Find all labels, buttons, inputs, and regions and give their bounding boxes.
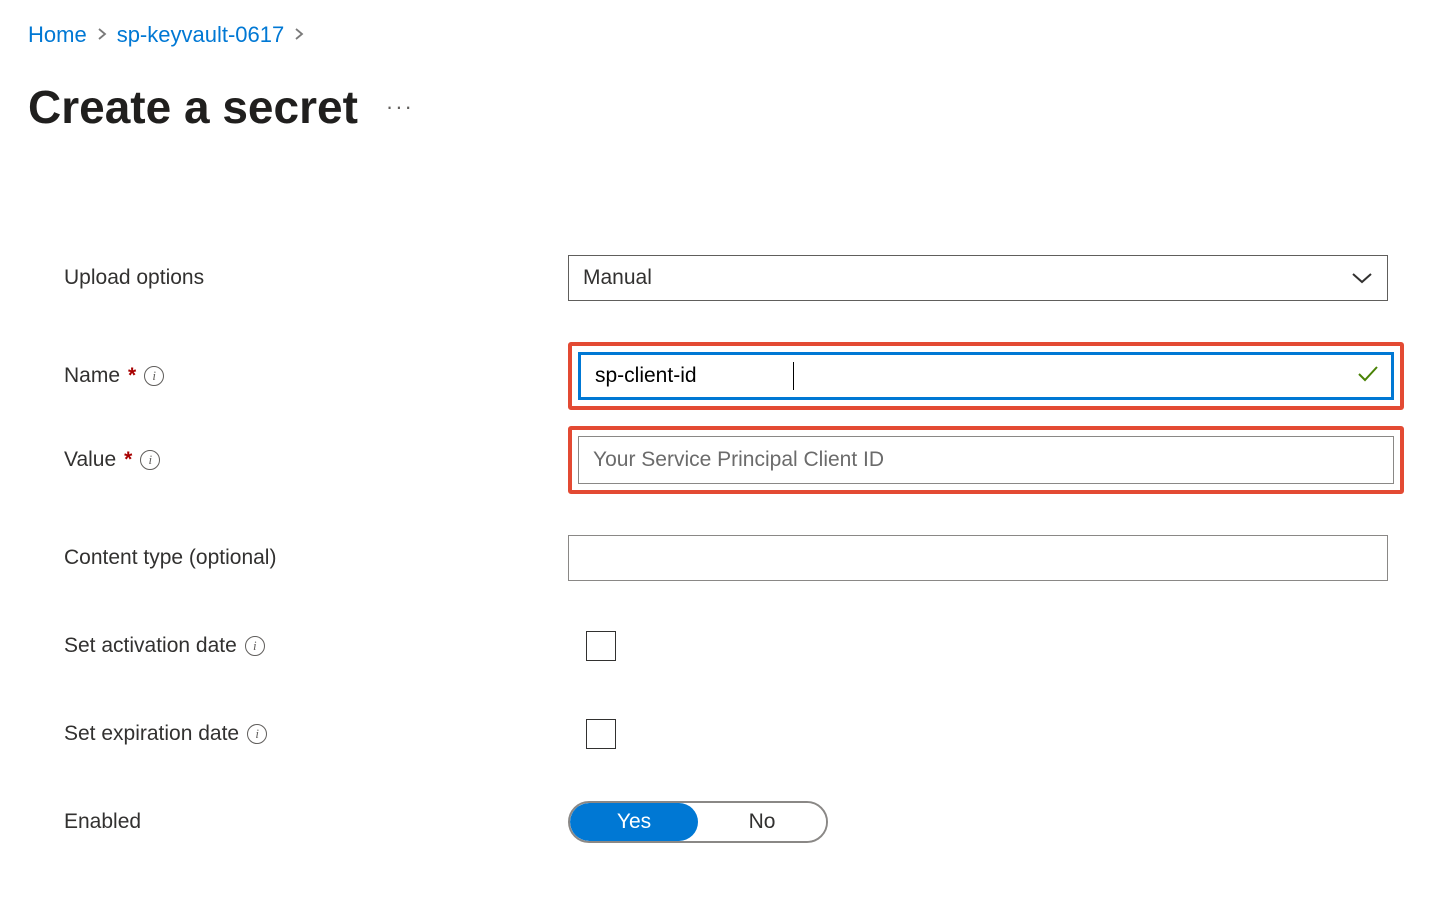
- required-indicator: *: [124, 448, 132, 472]
- label-activation-date: Set activation date: [64, 634, 237, 658]
- input-value[interactable]: [578, 436, 1394, 484]
- create-secret-form: Upload options Manual Name * i: [28, 254, 1410, 846]
- page-title: Create a secret: [28, 80, 358, 134]
- label-expiration-date: Set expiration date: [64, 722, 239, 746]
- row-activation-date: Set activation date i: [64, 622, 1410, 670]
- breadcrumb: Home sp-keyvault-0617: [28, 22, 1410, 48]
- row-upload-options: Upload options Manual: [64, 254, 1410, 302]
- info-icon[interactable]: i: [144, 366, 164, 386]
- checkbox-expiration-date[interactable]: [586, 719, 616, 749]
- info-icon[interactable]: i: [140, 450, 160, 470]
- label-upload-options: Upload options: [64, 266, 204, 290]
- page-title-row: Create a secret ···: [28, 80, 1410, 134]
- more-icon[interactable]: ···: [386, 94, 414, 120]
- chevron-down-icon: [1351, 271, 1373, 285]
- toggle-enabled-no[interactable]: No: [698, 803, 826, 841]
- label-name: Name: [64, 364, 120, 388]
- label-content-type: Content type (optional): [64, 546, 276, 570]
- row-name: Name * i: [64, 342, 1410, 410]
- input-name[interactable]: [578, 352, 1394, 400]
- row-expiration-date: Set expiration date i: [64, 710, 1410, 758]
- checkbox-activation-date[interactable]: [586, 631, 616, 661]
- info-icon[interactable]: i: [245, 636, 265, 656]
- highlight-value: [568, 426, 1404, 494]
- row-enabled: Enabled Yes No: [64, 798, 1410, 846]
- toggle-enabled: Yes No: [568, 801, 828, 843]
- chevron-right-icon: [294, 25, 304, 46]
- row-content-type: Content type (optional): [64, 534, 1410, 582]
- breadcrumb-home[interactable]: Home: [28, 22, 87, 48]
- checkmark-icon: [1356, 363, 1380, 389]
- chevron-right-icon: [97, 25, 107, 46]
- row-value: Value * i: [64, 426, 1410, 494]
- required-indicator: *: [128, 364, 136, 388]
- toggle-enabled-yes[interactable]: Yes: [570, 803, 698, 841]
- text-cursor: [793, 362, 794, 390]
- breadcrumb-resource[interactable]: sp-keyvault-0617: [117, 22, 285, 48]
- label-value: Value: [64, 448, 116, 472]
- highlight-name: [568, 342, 1404, 410]
- info-icon[interactable]: i: [247, 724, 267, 744]
- select-upload-options[interactable]: Manual: [568, 255, 1388, 301]
- label-enabled: Enabled: [64, 810, 141, 834]
- input-content-type[interactable]: [568, 535, 1388, 581]
- select-upload-options-value: Manual: [583, 266, 652, 290]
